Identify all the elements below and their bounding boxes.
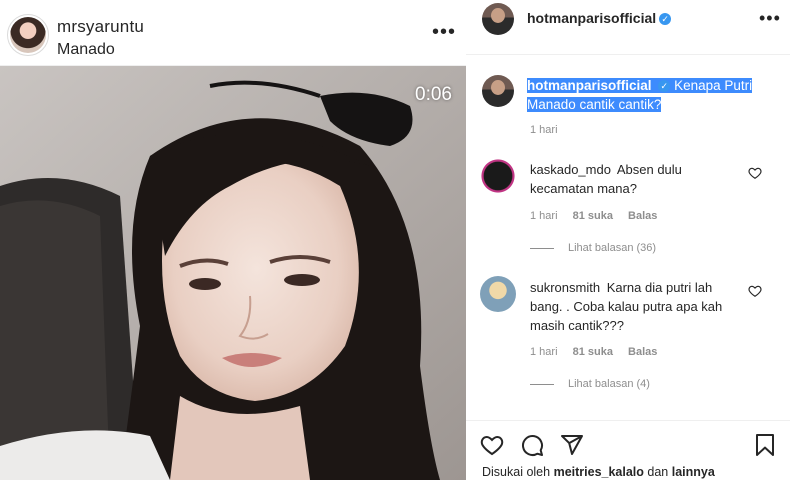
comment-time: 1 hari: [530, 346, 558, 358]
panel-account-username: hotmanparisofficial: [527, 10, 657, 26]
verified-badge-icon: ✓: [659, 13, 672, 25]
comment-username[interactable]: sukronsmith: [530, 280, 600, 295]
post-media-column: mrsyaruntu Manado ••• 0:06: [0, 0, 466, 480]
post-actions-bar: Disukai oleh meitries_kalalo dan lainnya: [466, 420, 790, 480]
replies-divider: [530, 383, 554, 385]
video-frame-image: [0, 66, 466, 480]
liked-by-join: dan: [647, 465, 669, 479]
comment-reply-button[interactable]: Balas: [628, 210, 657, 222]
panel-more-options-icon[interactable]: •••: [759, 8, 781, 29]
comment-time: 1 hari: [530, 210, 558, 222]
comment-text: sukronsmith Karna dia putri lah bang. . …: [530, 278, 742, 335]
comment-meta: 1 hari 81 suka Balas: [530, 210, 669, 222]
comment-like-heart-icon[interactable]: [748, 166, 762, 180]
comments-panel: hotmanparisofficial ✓ ••• hotmanparisoffi…: [466, 0, 790, 480]
comment-icon[interactable]: [520, 433, 544, 457]
author-username[interactable]: mrsyaruntu: [57, 17, 144, 37]
liked-by-prefix: Disukai oleh: [482, 465, 551, 479]
post-more-options-icon[interactable]: •••: [432, 22, 456, 42]
panel-header: hotmanparisofficial ✓ •••: [466, 0, 790, 55]
replies-divider: [530, 247, 554, 249]
comment-avatar[interactable]: [480, 276, 516, 312]
liked-by-user[interactable]: meitries_kalalo: [554, 465, 644, 479]
panel-account-avatar[interactable]: [482, 3, 514, 35]
post-location[interactable]: Manado: [57, 41, 115, 59]
comment-text: kaskado_mdo Absen dulu kecamatan mana?: [530, 160, 742, 198]
bookmark-icon[interactable]: [753, 433, 777, 457]
share-icon[interactable]: [560, 433, 584, 457]
caption-verified-badge-icon: ✓: [651, 78, 675, 93]
author-avatar[interactable]: [7, 14, 49, 56]
caption-text: hotmanparisofficial ✓ Kenapa Putri Manad…: [527, 76, 757, 114]
video-timer: 0:06: [415, 84, 452, 105]
view-replies-label: Lihat balasan (36): [568, 242, 657, 254]
view-replies-label: Lihat balasan (4): [568, 378, 650, 390]
liked-by-text: Disukai oleh meitries_kalalo dan lainnya: [482, 465, 715, 479]
view-replies-button[interactable]: Lihat balasan (4): [530, 378, 650, 390]
comment-likes[interactable]: 81 suka: [573, 210, 613, 222]
comment-likes[interactable]: 81 suka: [573, 346, 613, 358]
comment-username[interactable]: kaskado_mdo: [530, 162, 611, 177]
view-replies-button[interactable]: Lihat balasan (36): [530, 242, 656, 254]
caption-username[interactable]: hotmanparisofficial: [527, 78, 652, 93]
panel-account-name[interactable]: hotmanparisofficial ✓: [527, 10, 672, 26]
comment-avatar[interactable]: [480, 158, 516, 194]
author-avatar-image: [10, 17, 46, 53]
post-video[interactable]: 0:06: [0, 66, 466, 480]
heart-icon[interactable]: [480, 433, 504, 457]
caption-avatar[interactable]: [482, 75, 514, 107]
post-header: mrsyaruntu Manado •••: [0, 0, 466, 66]
liked-by-others[interactable]: lainnya: [672, 465, 715, 479]
comment-meta: 1 hari 81 suka Balas: [530, 346, 669, 358]
comment-reply-button[interactable]: Balas: [628, 346, 657, 358]
caption-time: 1 hari: [530, 124, 558, 136]
comment-like-heart-icon[interactable]: [748, 284, 762, 298]
